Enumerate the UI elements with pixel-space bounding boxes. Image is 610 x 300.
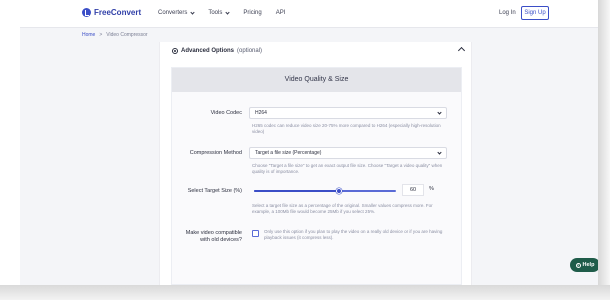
chevron-up-icon[interactable] [457,46,466,55]
nav-tools[interactable]: Tools [208,9,230,16]
slider-handle[interactable] [336,188,343,194]
compression-method-label: Compression Method [189,150,242,156]
help-button-label: Help [582,262,595,268]
nav-api[interactable]: API [276,10,286,16]
breadcrumb-separator: > [99,32,103,38]
breadcrumb: Home > Video Compressor [82,32,148,38]
browser-viewport: FreeConvert Converters Tools Pricing API… [20,0,598,285]
frame-shadow-right [598,0,610,300]
video-codec-label: Video Codec [210,110,242,116]
slider-fill [254,190,340,192]
target-size-input[interactable]: 60 [402,184,424,196]
logo-text: FreeConvert [94,8,142,17]
compression-method-help: Choose "Target a file size" to get an ex… [252,163,443,174]
video-quality-panel: Video Quality & Size Video Codec H264 H2… [171,67,462,285]
video-codec-help: H265 codec can reduce video size 20-75% … [252,123,441,134]
help-icon: ? [575,262,581,268]
logo-icon [82,8,91,17]
advanced-options-title: Advanced Options [181,48,235,54]
percent-symbol: % [429,186,434,192]
nav-converters-label: Converters [158,10,188,16]
frame-shadow-bottom [0,285,610,300]
nav-pricing[interactable]: Pricing [243,10,261,16]
compatibility-checkbox[interactable] [252,230,259,237]
chevron-down-icon [190,9,195,15]
logo[interactable]: FreeConvert [82,8,141,17]
chevron-down-icon [437,110,442,115]
chevron-down-icon [437,150,442,155]
target-size-slider[interactable] [254,185,396,197]
panel-title: Video Quality & Size [172,68,461,92]
breadcrumb-home[interactable]: Home [82,32,95,38]
breadcrumb-current: Video Compressor [106,32,148,38]
compatibility-label: Make video compatible with old devices? [185,230,242,243]
compatibility-help: Only use this option if you plan to play… [264,229,443,240]
help-button[interactable]: ? Help [570,258,598,272]
video-codec-select[interactable]: H264 [249,107,447,119]
advanced-options-header[interactable]: Advanced Options (optional) [172,48,262,54]
advanced-options-optional: (optional) [237,48,263,54]
main-nav: Converters Tools Pricing API [158,9,286,16]
nav-tools-label: Tools [208,10,223,16]
screenshot-frame: FreeConvert Converters Tools Pricing API… [0,0,610,300]
options-card: Advanced Options (optional) Video Qualit… [159,42,472,285]
chevron-down-icon [225,9,230,15]
target-size-label: Select Target Size (%) [187,188,242,194]
gear-icon [172,48,178,54]
target-size-help: Select a target file size as a percentag… [252,203,433,214]
compression-method-value: Target a file size (Percentage) [255,150,322,156]
compression-method-select[interactable]: Target a file size (Percentage) [249,147,447,159]
top-header: FreeConvert Converters Tools Pricing API… [20,0,598,28]
login-link[interactable]: Log In [499,10,516,16]
nav-converters[interactable]: Converters [158,9,195,16]
signup-button[interactable]: Sign Up [521,6,549,20]
video-codec-value: H264 [255,110,267,116]
